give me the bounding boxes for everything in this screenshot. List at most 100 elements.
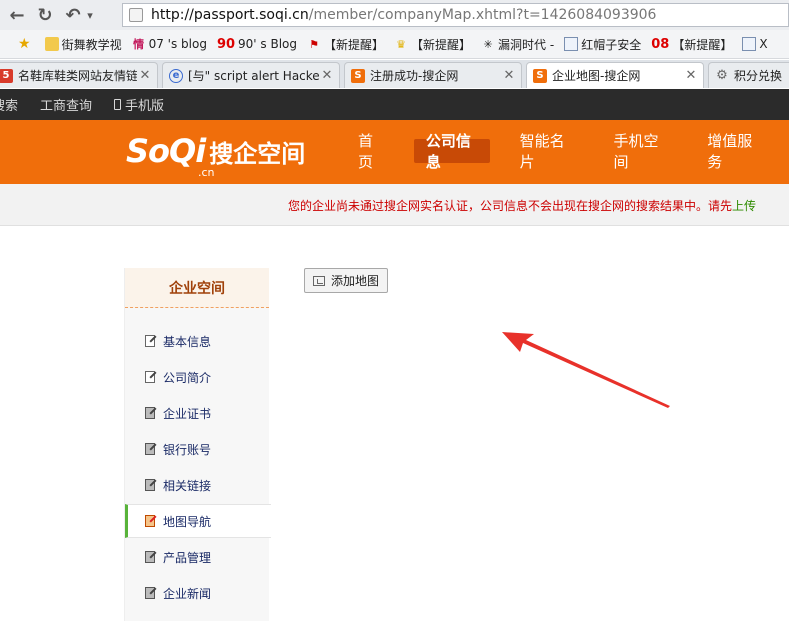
sidebar-item-map-navigation[interactable]: 地图导航: [125, 504, 271, 538]
business-query-link[interactable]: 工商查询: [40, 95, 92, 114]
mobile-link-label: 手机版: [125, 99, 165, 114]
bookmark-item[interactable]: 情 07 's blog: [132, 37, 207, 51]
tab-friend-links[interactable]: 5 名鞋库鞋类网站友情链接 ✕: [0, 62, 158, 88]
site-header: SoQi 搜企空间 .cn 首页 公司信息 智能名片 手机空间 增值服务: [0, 120, 789, 184]
nav-mobile-space[interactable]: 手机空间: [601, 132, 677, 171]
bookmark-label: 【新提醒】: [324, 37, 385, 52]
crown-icon: ♛: [396, 37, 406, 51]
add-map-label: 添加地图: [331, 274, 380, 288]
back-icon[interactable]: ←: [6, 4, 28, 26]
tab-xss-test[interactable]: e [与" script alert Hacker ✕: [162, 62, 340, 88]
sidebar-item-products[interactable]: 产品管理: [125, 540, 270, 574]
search-link[interactable]: 搜索: [0, 95, 18, 114]
bookmark-star-icon[interactable]: ★: [18, 36, 31, 52]
heart-text-icon: 情: [133, 38, 145, 51]
main-nav: 首页 公司信息 智能名片 手机空间 增值服务: [346, 132, 789, 171]
page-icon: [129, 8, 143, 22]
logo-mark: SoQi: [126, 132, 206, 170]
mobile-link[interactable]: 手机版: [114, 95, 164, 114]
add-map-button[interactable]: 添加地图: [304, 268, 389, 293]
close-icon[interactable]: ✕: [137, 68, 153, 83]
edit-doc-icon: [143, 550, 157, 564]
sidebar-title: 企业空间: [125, 268, 269, 308]
bookmark-label: 红帽子安全: [581, 37, 642, 52]
url-domain: http://passport.soqi.cn: [151, 7, 309, 23]
edit-doc-icon: [143, 370, 157, 384]
bookmark-label: 【新提醒】: [411, 37, 472, 52]
bookmark-item[interactable]: ⚑ 【新提醒】: [307, 36, 384, 53]
sidebar-item-label: 基本信息: [163, 334, 212, 349]
nav-company-info[interactable]: 公司信息: [413, 132, 490, 171]
bookmark-item[interactable]: 街舞教学视: [44, 36, 122, 53]
flag-icon: ⚑: [309, 37, 319, 51]
sidebar-item-label: 企业新闻: [163, 586, 212, 601]
address-bar[interactable]: http://passport.soqi.cn /member/companyM…: [122, 3, 789, 27]
tab-bar: 5 名鞋库鞋类网站友情链接 ✕ e [与" script alert Hacke…: [0, 60, 789, 88]
url-path: /member/companyMap.xhtml?t=1426084093906: [308, 7, 657, 23]
globe-icon: e: [169, 68, 183, 83]
reload-icon[interactable]: ↻: [34, 4, 56, 26]
bookmarks-bar: ★ 街舞教学视 情 07 's blog 90 90' s Blog ⚑ 【新提…: [0, 30, 789, 59]
sidebar: 企业空间 基本信息 公司简介 企业证书 银行账号 相关链接 地图导航 产品管理 …: [124, 268, 271, 621]
sidebar-item-label: 企业证书: [163, 406, 212, 421]
upload-link[interactable]: 上传: [732, 199, 756, 213]
notice-message: 您的企业尚未通过搜企网实名认证，公司信息不会出现在搜企网的搜索结果中。请先: [288, 199, 733, 213]
bookmark-label: 漏洞时代 -: [498, 37, 555, 52]
bookmark-label: 90' s Blog: [238, 37, 298, 51]
bookmark-item[interactable]: 90 90' s Blog: [216, 36, 298, 52]
logo-domain: .cn: [198, 166, 215, 179]
soqi-logo[interactable]: SoQi 搜企空间 .cn: [126, 132, 306, 179]
snowflake-icon: ✳: [483, 37, 493, 51]
close-icon[interactable]: ✕: [501, 68, 517, 83]
sidebar-item-label: 银行账号: [163, 442, 212, 457]
tab-title: [与" script alert Hacker: [188, 69, 319, 83]
tab-title: 企业地图-搜企网: [552, 69, 641, 83]
sidebar-item-company-news[interactable]: 企业新闻: [125, 576, 270, 610]
site-favicon-icon: 5: [0, 68, 13, 83]
notice-text: 您的企业尚未通过搜企网实名认证，公司信息不会出现在搜企网的搜索结果中。请先上传: [288, 197, 756, 214]
number-badge-icon: 90: [216, 36, 236, 52]
edit-doc-icon: [143, 334, 157, 348]
browser-nav-bar: ← ↻ ↶ ▾ http://passport.soqi.cn /member/…: [0, 0, 789, 30]
tab-title: 注册成功-搜企网: [370, 69, 459, 83]
number-badge-icon: 08: [651, 36, 670, 52]
tab-register-success[interactable]: S 注册成功-搜企网 ✕: [344, 62, 522, 88]
bookmark-label: 【新提醒】: [672, 37, 733, 52]
bookmark-item[interactable]: X: [742, 37, 768, 51]
sidebar-item-basic-info[interactable]: 基本信息: [125, 324, 270, 358]
chevron-down-icon[interactable]: ▾: [84, 4, 96, 26]
page-icon: [742, 37, 757, 51]
sidebar-item-label: 产品管理: [163, 550, 212, 565]
bookmark-label: 07 's blog: [148, 37, 207, 51]
bookmark-item[interactable]: 红帽子安全: [564, 36, 641, 53]
tab-title: 名鞋库鞋类网站友情链接: [18, 69, 137, 83]
edit-doc-icon: [143, 442, 157, 456]
bookmark-item[interactable]: 08 【新提醒】: [651, 36, 732, 53]
close-icon[interactable]: ✕: [319, 68, 335, 83]
sidebar-item-related-links[interactable]: 相关链接: [125, 468, 270, 502]
sidebar-item-certificates[interactable]: 企业证书: [125, 396, 270, 430]
sidebar-item-bank-account[interactable]: 银行账号: [125, 432, 270, 466]
verification-notice: 您的企业尚未通过搜企网实名认证，公司信息不会出现在搜企网的搜索结果中。请先上传: [0, 184, 789, 226]
tab-title: 积分兑换: [734, 69, 783, 83]
nav-value-added[interactable]: 增值服务: [695, 132, 771, 171]
bookmark-item[interactable]: ♛ 【新提醒】: [394, 36, 471, 53]
tab-points-exchange[interactable]: ⚙ 积分兑换: [708, 62, 789, 88]
site-top-bar: 搜索 工商查询 手机版: [0, 89, 789, 120]
undo-icon[interactable]: ↶: [62, 4, 84, 26]
nav-smart-card[interactable]: 智能名片: [508, 132, 584, 171]
page-icon: [564, 37, 579, 51]
gear-icon: ⚙: [716, 68, 728, 83]
logo-text: 搜企空间: [209, 140, 306, 168]
bookmark-label: 街舞教学视: [61, 37, 122, 52]
nav-home[interactable]: 首页: [346, 132, 396, 171]
edit-doc-icon: [143, 514, 157, 528]
close-icon[interactable]: ✕: [683, 68, 699, 83]
tab-company-map[interactable]: S 企业地图-搜企网 ✕: [526, 62, 704, 88]
map-icon: [313, 275, 325, 286]
sidebar-item-company-intro[interactable]: 公司简介: [125, 360, 270, 394]
avatar-icon: [44, 37, 59, 51]
bookmark-item[interactable]: ✳ 漏洞时代 -: [481, 36, 554, 53]
sidebar-item-label: 地图导航: [163, 514, 212, 529]
soqi-favicon-icon: S: [351, 68, 365, 83]
